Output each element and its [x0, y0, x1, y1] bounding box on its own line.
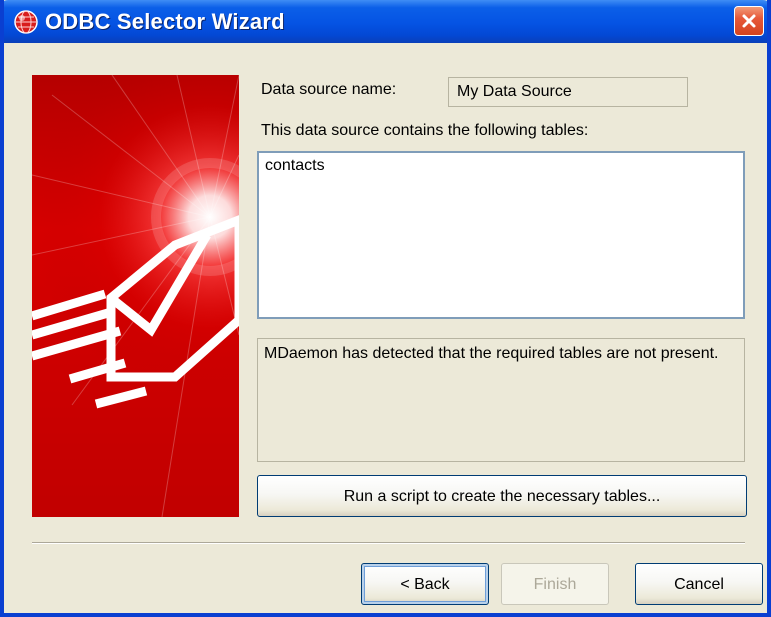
data-source-name-label: Data source name: [261, 81, 397, 98]
back-button[interactable]: < Back [361, 563, 489, 605]
tables-list[interactable]: contacts [257, 151, 745, 319]
mdaemon-brand-panel [32, 75, 239, 517]
data-source-name-field: My Data Source [448, 77, 688, 107]
close-button[interactable] [734, 6, 764, 36]
tables-label: This data source contains the following … [261, 122, 589, 139]
mail-envelope-icon [32, 75, 239, 517]
odbc-selector-wizard-window: ODBC Selector Wizard Data source name: M… [0, 0, 771, 617]
wizard-content: Data source name: My Data Source This da… [4, 43, 767, 613]
title-bar[interactable]: ODBC Selector Wizard [4, 0, 767, 43]
run-script-button[interactable]: Run a script to create the necessary tab… [257, 475, 747, 517]
globe-badge-icon [14, 10, 38, 34]
list-item[interactable]: contacts [265, 157, 737, 175]
window-title: ODBC Selector Wizard [45, 9, 285, 34]
close-icon [742, 14, 756, 28]
finish-button[interactable]: Finish [501, 563, 609, 605]
button-divider [32, 542, 745, 544]
cancel-button[interactable]: Cancel [635, 563, 763, 605]
status-message: MDaemon has detected that the required t… [257, 338, 745, 462]
